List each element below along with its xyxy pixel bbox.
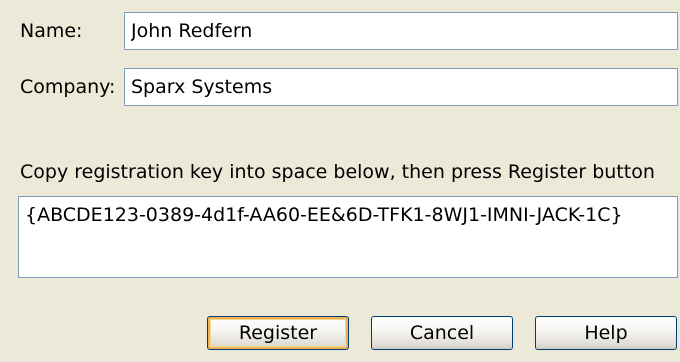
cancel-button[interactable]: Cancel [371, 316, 513, 350]
name-field[interactable] [124, 12, 678, 50]
company-label: Company: [20, 76, 116, 98]
company-field[interactable] [124, 68, 678, 106]
name-label: Name: [20, 20, 83, 42]
registration-key-field[interactable]: {ABCDE123-0389-4d1f-AA60-EE&6D-TFK1-8WJ1… [18, 196, 678, 278]
instruction-text: Copy registration key into space below, … [20, 161, 655, 183]
registration-dialog: Name: Company: Copy registration key int… [0, 0, 680, 362]
register-button[interactable]: Register [207, 316, 349, 350]
help-button[interactable]: Help [535, 316, 677, 350]
